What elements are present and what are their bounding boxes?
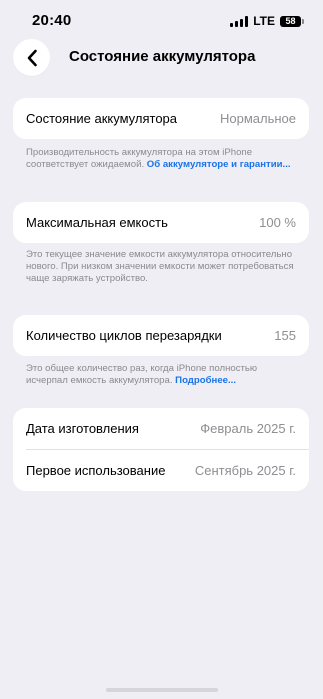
battery-level: 58 [285,15,296,26]
battery-health-label: Состояние аккумулятора [26,111,178,126]
back-button[interactable] [13,39,50,76]
cycle-count-row: Количество циклов перезарядки 155 [13,315,309,356]
status-indicators: LTE 58 [230,14,304,28]
network-type: LTE [253,14,275,28]
navigation-bar: Состояние аккумулятора [0,39,323,77]
page-title: Состояние аккумулятора [69,48,256,65]
max-capacity-note: Это текущее значение емкости аккумулятор… [26,249,301,285]
cycle-count-value: 155 [274,328,296,343]
cycle-count-note: Это общее количество раз, когда iPhone п… [26,363,301,387]
max-capacity-note-text: Это текущее значение емкости аккумулятор… [26,249,294,284]
battery-health-value: Нормальное [219,111,296,126]
manufacture-date-row: Дата изготовления Февраль 2025 г. [13,408,309,449]
battery-health-note: Производительность аккумулятора на этом … [26,147,301,171]
manufacture-date-label: Дата изготовления [26,421,139,436]
max-capacity-card: Максимальная емкость 100 % [13,202,309,243]
battery-icon: 58 [280,15,304,27]
battery-warranty-link[interactable]: Об аккумуляторе и гарантии... [147,159,291,170]
first-use-label: Первое использование [26,463,166,478]
first-use-value: Сентябрь 2025 г. [194,463,296,478]
first-use-row: Первое использование Сентябрь 2025 г. [13,450,309,491]
chevron-left-icon [27,49,37,66]
max-capacity-label: Максимальная емкость [26,215,168,230]
cycle-count-label: Количество циклов перезарядки [26,328,222,343]
learn-more-link[interactable]: Подробнее... [175,375,236,386]
max-capacity-row: Максимальная емкость 100 % [13,202,309,243]
max-capacity-value: 100 % [259,215,296,230]
battery-health-card: Состояние аккумулятора Нормальное [13,98,309,139]
cycle-count-card: Количество циклов перезарядки 155 [13,315,309,356]
manufacture-date-value: Февраль 2025 г. [200,421,296,436]
battery-health-row: Состояние аккумулятора Нормальное [13,98,309,139]
status-time: 20:40 [32,12,72,29]
home-indicator[interactable] [105,688,218,692]
cellular-signal-icon [230,15,249,27]
status-bar: 20:40 LTE 58 [0,0,323,44]
dates-card: Дата изготовления Февраль 2025 г. Первое… [13,408,309,491]
